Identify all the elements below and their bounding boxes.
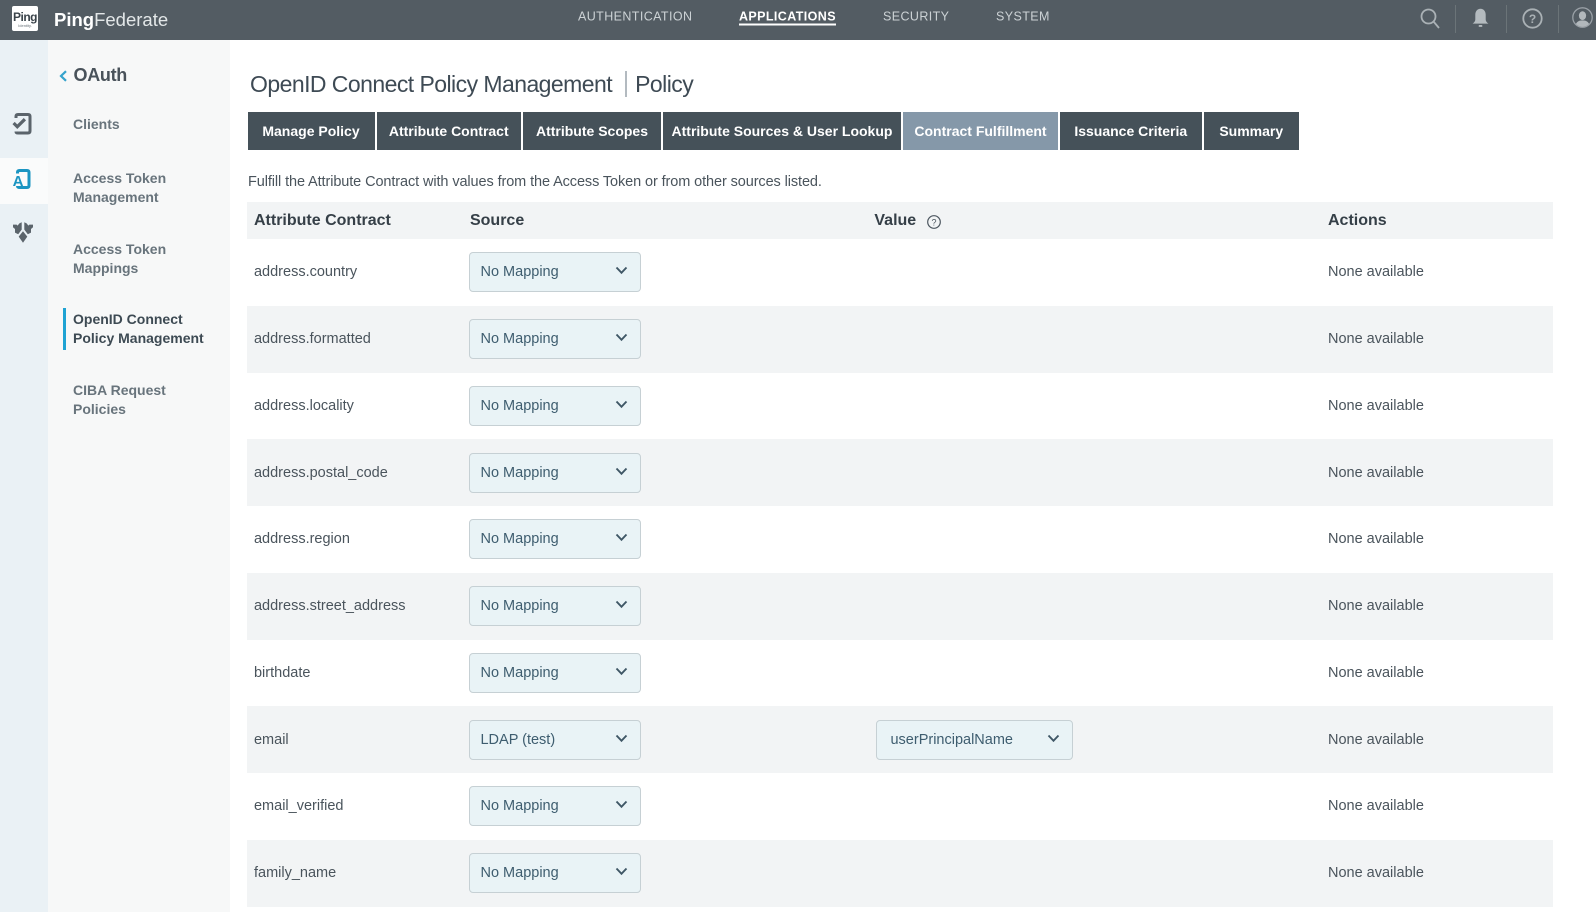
svg-text:?: ?	[932, 217, 937, 227]
svg-text:A: A	[13, 173, 24, 190]
svg-text:?: ?	[1529, 12, 1536, 26]
